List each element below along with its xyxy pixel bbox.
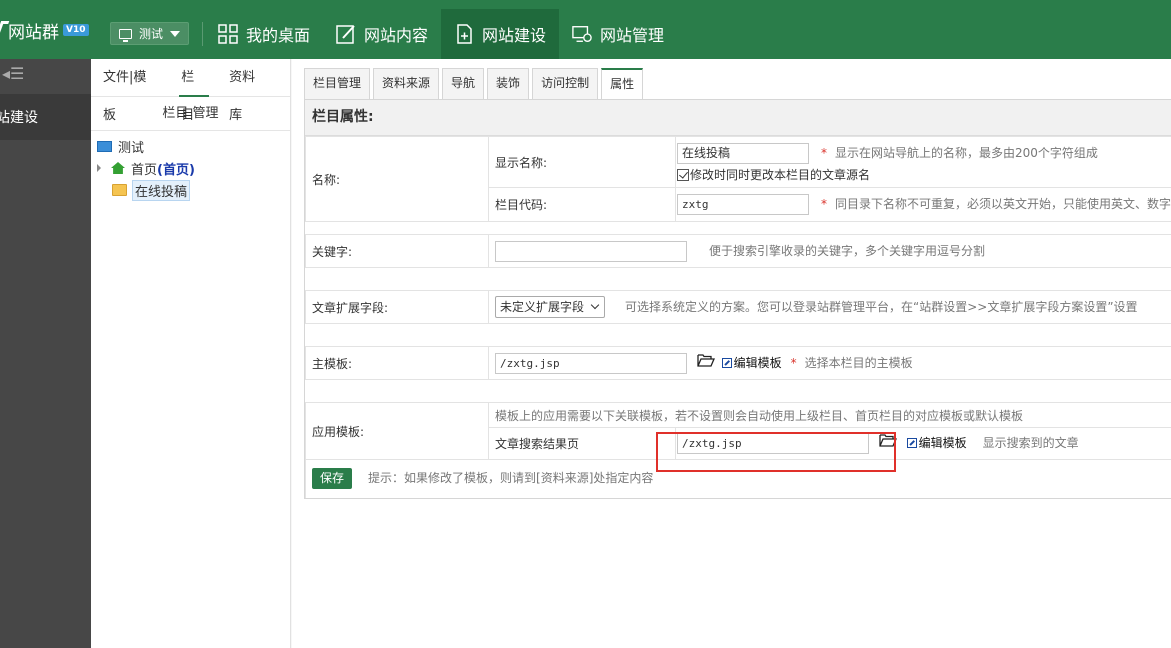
site-selector-label: 测试 — [139, 27, 164, 41]
external-link-icon — [906, 438, 917, 448]
monitor-settings-icon — [572, 26, 592, 42]
edit-template-label: 编辑模板 — [733, 355, 782, 370]
site-selector[interactable]: 测试 — [110, 22, 189, 45]
tab-files-templates[interactable]: 文件|模板 — [103, 59, 159, 123]
column-code-label: 栏目代码: — [488, 187, 676, 222]
tab-data-source[interactable]: 资料来源 — [373, 68, 440, 99]
display-name-label: 显示名称: — [488, 136, 676, 188]
highlight-box — [656, 432, 896, 472]
app-logo[interactable]: 网站群 V10 — [0, 18, 89, 43]
sidebar-item-label: 站建设 — [0, 110, 38, 126]
monitor-icon — [119, 28, 132, 42]
sidebar-toggle-icon[interactable]: ◂☰ — [0, 64, 91, 90]
keywords-input[interactable] — [495, 240, 687, 262]
app-template-note: 模板上的应用需要以下关联模板，若不设置则会自动使用上级栏目、首页栏目的对应模板或… — [488, 402, 1171, 428]
nav-desktop-label: 我的桌面 — [246, 26, 311, 45]
site-icon — [97, 140, 112, 152]
save-button[interactable]: 保存 — [312, 468, 353, 490]
main-template-hint: 选择本栏目的主模板 — [804, 355, 913, 370]
tree-node-tag: (首页) — [157, 162, 195, 178]
form-title: 栏目属性: — [305, 100, 1171, 136]
edit-main-template-button[interactable]: 编辑模板 — [721, 355, 782, 370]
edit-icon — [336, 25, 355, 44]
main-template-label: 主模板: — [305, 346, 489, 380]
tree-node-label: 首页 — [131, 162, 158, 178]
grid-icon — [218, 24, 238, 44]
content-tabs: 栏目管理 资料来源 导航 装饰 访问控制 属性 — [304, 68, 646, 100]
tab-access-control[interactable]: 访问控制 — [532, 68, 599, 99]
edit-search-template-button[interactable]: 编辑模板 — [906, 436, 967, 450]
tab-properties[interactable]: 属性 — [601, 68, 644, 100]
tree-node-label: 在线投稿 — [132, 179, 191, 201]
column-tree-panel: 文件|模板 栏目 资料库 栏目 管理 测试 首页 (首页) 在线投稿 — [91, 59, 291, 648]
nav-divider — [202, 22, 203, 46]
sync-name-label: 修改时同时更改本栏目的文章源名 — [690, 168, 871, 182]
add-page-icon — [457, 24, 472, 44]
keywords-label: 关键字: — [305, 234, 489, 268]
name-label: 名称: — [305, 136, 489, 222]
search-result-label: 文章搜索结果页 — [488, 427, 676, 460]
spacer-row — [305, 267, 1171, 291]
version-badge: V10 — [63, 24, 89, 36]
nav-desktop[interactable]: 我的桌面 — [205, 9, 323, 59]
main-nav: 我的桌面 网站内容 网站建设 网站管理 — [205, 9, 677, 59]
tab-navigation[interactable]: 导航 — [442, 68, 485, 99]
nav-build-label: 网站建设 — [482, 26, 547, 45]
search-result-hint: 显示搜索到的文章 — [982, 436, 1079, 450]
required-star: * — [821, 197, 827, 211]
spacer-row — [305, 323, 1171, 347]
tab-library[interactable]: 资料库 — [229, 59, 268, 123]
edit-template-label: 编辑模板 — [918, 436, 967, 450]
tree-node-submission[interactable]: 在线投稿 — [97, 179, 290, 201]
sync-name-option[interactable]: 修改时同时更改本栏目的文章源名 — [677, 166, 1171, 183]
app-template-label: 应用模板: — [305, 402, 489, 460]
display-name-hint: 显示在网站导航上的名称，最多由200个字符组成 — [835, 146, 1098, 160]
folder-open-icon[interactable] — [697, 353, 715, 367]
main-content: 栏目管理 资料来源 导航 装饰 访问控制 属性 栏目属性: 名称: 显示名称: … — [292, 59, 1171, 648]
spacer-row — [305, 221, 1171, 235]
external-link-icon — [721, 357, 732, 368]
folder-icon — [112, 184, 127, 196]
main-template-input[interactable]: /zxtg.jsp — [495, 352, 687, 374]
required-star: * — [821, 146, 827, 160]
tree-tabs: 文件|模板 栏目 资料库 — [91, 59, 290, 123]
keywords-hint: 便于搜索引擎收录的关键字，多个关键字用逗号分割 — [709, 243, 986, 258]
expand-arrow-icon[interactable] — [97, 164, 101, 172]
left-sidebar: ◂☰ 站建设 — [0, 59, 91, 648]
display-name-input[interactable]: 在线投稿 — [677, 143, 809, 164]
spacer-row — [305, 379, 1171, 403]
sidebar-item-site-build[interactable]: 站建设 — [0, 94, 91, 140]
save-hint: 提示：如果修改了模板，则请到[资料来源]处指定内容 — [368, 471, 654, 486]
sync-name-checkbox[interactable] — [677, 169, 689, 181]
column-code-hint: 同目录下名称不可重复，必须以英文开始，只能使用英文、数字 — [835, 197, 1171, 211]
caret-down-icon — [170, 30, 181, 37]
ext-field-label: 文章扩展字段: — [305, 290, 489, 324]
ext-field-hint: 可选择系统定义的方案。您可以登录站群管理平台，在“站群设置>>文章扩展字段方案设… — [625, 299, 1138, 314]
tree-root[interactable]: 测试 — [97, 135, 290, 157]
home-icon — [111, 162, 125, 174]
top-bar: 网站群 V10 测试 我的桌面 网站内容 网站建设 网站管理 — [0, 0, 1171, 59]
tab-decoration[interactable]: 装饰 — [487, 68, 530, 99]
logo-text: 网站群 — [8, 22, 59, 43]
nav-content-label: 网站内容 — [364, 26, 429, 45]
nav-manage[interactable]: 网站管理 — [559, 9, 677, 59]
nav-content[interactable]: 网站内容 — [323, 9, 441, 59]
tab-columns[interactable]: 栏目 — [179, 59, 210, 123]
tree-root-label: 测试 — [118, 140, 145, 156]
nav-build[interactable]: 网站建设 — [441, 9, 560, 59]
column-tree: 测试 首页 (首页) 在线投稿 — [91, 131, 290, 201]
tree-node-home[interactable]: 首页 (首页) — [97, 157, 290, 179]
column-code-input[interactable]: zxtg — [677, 194, 809, 215]
ext-field-select[interactable]: 未定义扩展字段 — [495, 296, 606, 318]
tab-column-manage[interactable]: 栏目管理 — [304, 68, 371, 99]
nav-manage-label: 网站管理 — [600, 26, 665, 45]
required-star: * — [790, 355, 797, 370]
